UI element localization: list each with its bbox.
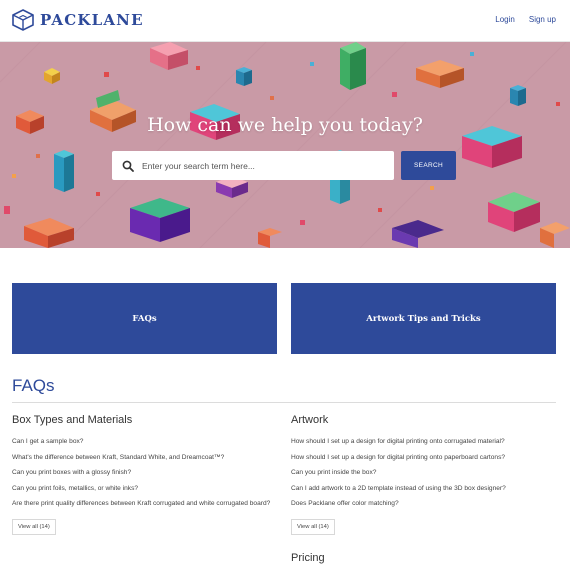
box-logo-icon [12, 9, 34, 31]
faq-question-link[interactable]: Can you print boxes with a glossy finish… [12, 468, 277, 477]
view-all-button[interactable]: View all (14) [291, 518, 335, 535]
header-nav: Login Sign up [495, 15, 556, 24]
faq-section-title: Artwork [291, 414, 329, 426]
faq-question-link[interactable]: Can you print foils, metallics, or white… [12, 484, 277, 493]
box-illustration [236, 67, 252, 86]
search-icon [122, 160, 134, 172]
faq-question-link[interactable]: Does Packlane offer color matching? [291, 499, 556, 508]
box-illustration [54, 150, 74, 192]
faq-question-link[interactable]: How should I set up a design for digital… [291, 437, 556, 446]
signup-link[interactable]: Sign up [529, 15, 556, 24]
search-box [112, 151, 394, 180]
box-illustration [340, 42, 366, 90]
search-input[interactable] [142, 160, 382, 171]
faq-section-title-pricing: Pricing [291, 552, 325, 564]
faq-section-title: Box Types and Materials [12, 414, 133, 426]
brand-name: PACKLANE [40, 11, 144, 29]
faq-question-link[interactable]: How should I set up a design for digital… [291, 453, 556, 462]
hero-background-illustration [0, 42, 570, 248]
search-button[interactable]: SEARCH [401, 151, 456, 180]
faq-question-link[interactable]: Are there print quality differences betw… [12, 499, 277, 508]
hero-title: How can we help you today? [147, 114, 423, 136]
category-card-faqs[interactable]: FAQs [12, 283, 277, 354]
hero-banner: How can we help you today? SEARCH [0, 42, 570, 248]
faq-question-link[interactable]: Can I get a sample box? [12, 437, 277, 446]
faq-question-link[interactable]: Can I add artwork to a 2D template inste… [291, 484, 556, 493]
faq-column-artwork: Artwork How should I set up a design for… [291, 414, 556, 535]
site-header: PACKLANE Login Sign up [0, 0, 570, 42]
view-all-button[interactable]: View all (14) [12, 518, 56, 535]
box-illustration [510, 85, 526, 106]
faq-question-link[interactable]: Can you print inside the box? [291, 468, 556, 477]
brand-logo[interactable]: PACKLANE [12, 9, 144, 31]
section-divider [12, 402, 556, 403]
category-card-artwork-tips[interactable]: Artwork Tips and Tricks [291, 283, 556, 354]
faq-column-box-types: Box Types and Materials Can I get a samp… [12, 414, 277, 535]
login-link[interactable]: Login [495, 15, 515, 24]
faq-question-link[interactable]: What's the difference between Kraft, Sta… [12, 453, 277, 462]
faq-section-heading: FAQs [12, 376, 55, 395]
